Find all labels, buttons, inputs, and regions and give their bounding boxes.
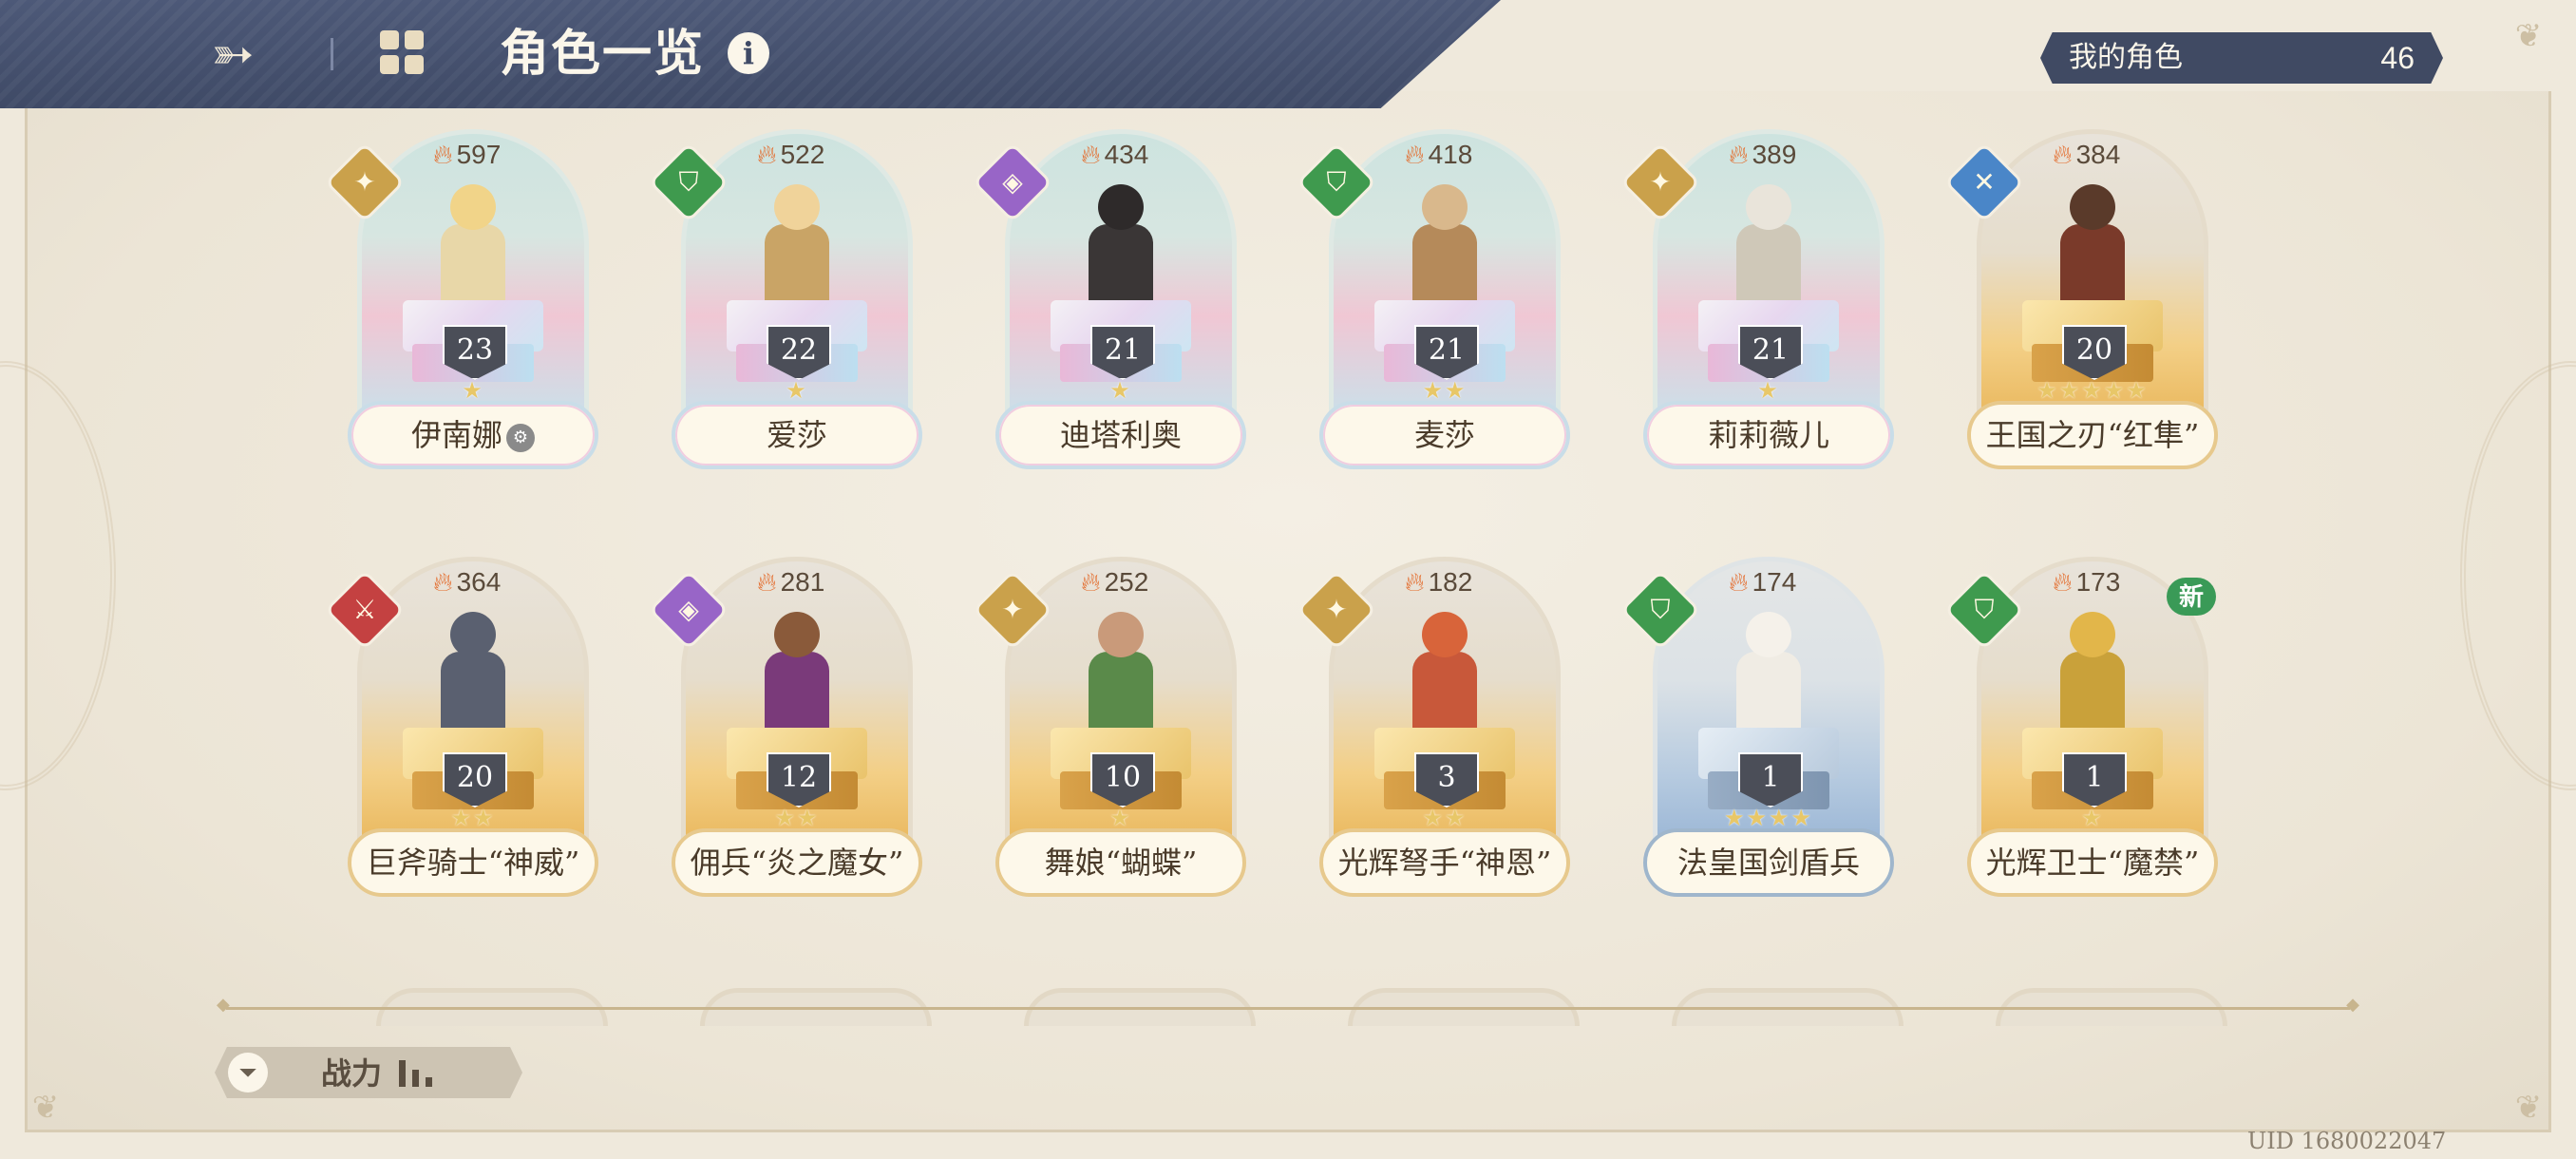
star-rating: ★ [1757,377,1780,404]
character-name-plate: 爱莎 [672,401,922,469]
power-value: 🔥︎ 281 [757,567,825,597]
character-name-plate: 王国之刃“红隼” [1967,401,2218,469]
character-name: 爱莎 [766,417,827,453]
flame-icon: 🔥︎ [1081,567,1101,597]
awakening-icon: ⚙ [506,423,535,452]
power-value: 🔥︎ 384 [2053,140,2121,169]
character-name: 光辉弩手“神恩” [1337,845,1552,881]
character-card[interactable]: ⛉ 🔥︎ 522 22 ★ 爱莎 [648,129,922,490]
character-name-plate: 麦莎 [1319,401,1570,469]
flame-icon: 🔥︎ [757,140,777,169]
character-card[interactable]: ⛉ 🔥︎ 173 1 ★ 光辉卫士“魔禁” 新 [1943,557,2218,918]
grid-icon[interactable] [380,30,429,80]
character-card[interactable]: ◈ 🔥︎ 434 21 ★ 迪塔利奥 [972,129,1246,490]
star-rating: ★★ [1422,377,1468,404]
page-title: 角色一览 [500,25,706,83]
character-name: 法皇国剑盾兵 [1676,845,1860,881]
flame-icon: 🔥︎ [757,567,777,597]
flame-icon: 🔥︎ [1729,140,1749,169]
power-value: 🔥︎ 364 [433,567,502,597]
flame-icon: 🔥︎ [2053,567,2073,597]
flame-icon: 🔥︎ [1081,140,1101,169]
my-characters-label: 我的角色 [2069,42,2183,73]
header-separator [331,38,333,70]
my-characters-count: 46 [2380,41,2415,75]
character-name: 伊南娜 [410,417,502,453]
character-name: 麦莎 [1413,417,1475,453]
character-card[interactable]: ✦ 🔥︎ 597 23 ★ 伊南娜 ⚙ [324,129,598,490]
star-rating: ★★★★ [1723,805,1814,831]
character-card[interactable]: ⛉ 🔥︎ 418 21 ★★ 麦莎 [1296,129,1570,490]
character-name-plate: 舞娘“蝴蝶” [995,828,1246,897]
power-value: 🔥︎ 173 [2053,567,2121,597]
star-rating: ★ [2081,805,2104,831]
character-name-plate: 迪塔利奥 [995,401,1246,469]
character-card[interactable]: ✦ 🔥︎ 252 10 ★ 舞娘“蝴蝶” [972,557,1246,918]
back-arrow-icon[interactable]: ➳ [199,23,266,86]
character-name: 佣兵“炎之魔女” [690,845,904,881]
power-value: 🔥︎ 174 [1729,567,1797,597]
character-name-plate: 莉莉薇儿 [1643,401,1894,469]
power-value: 🔥︎ 252 [1081,567,1149,597]
power-value: 🔥︎ 182 [1405,567,1473,597]
flame-icon: 🔥︎ [1729,567,1749,597]
character-name-plate: 伊南娜 ⚙ [348,401,598,469]
star-rating: ★ [1109,805,1132,831]
character-name-plate: 光辉弩手“神恩” [1319,828,1570,897]
power-value: 🔥︎ 389 [1729,140,1797,169]
character-card[interactable]: ⛉ 🔥︎ 174 1 ★★★★ 法皇国剑盾兵 [1619,557,1894,918]
corner-ornament-bl: ❦ [31,1089,60,1127]
info-icon[interactable]: i [728,32,769,74]
star-rating: ★★ [774,805,820,831]
character-name-plate: 佣兵“炎之魔女” [672,828,922,897]
flame-icon: 🔥︎ [1405,567,1425,597]
star-rating: ★★★★★ [2036,377,2149,404]
star-rating: ★ [786,377,808,404]
character-name-plate: 光辉卫士“魔禁” [1967,828,2218,897]
new-badge: 新 [2167,578,2216,616]
user-id: UID 1680022047 [2247,1128,2447,1154]
character-name: 光辉卫士“魔禁” [1985,845,2200,881]
power-value: 🔥︎ 418 [1405,140,1473,169]
flame-icon: 🔥︎ [1405,140,1425,169]
character-card[interactable]: ✦ 🔥︎ 389 21 ★ 莉莉薇儿 [1619,129,1894,490]
character-name: 舞娘“蝴蝶” [1044,845,1198,881]
power-value: 🔥︎ 434 [1081,140,1149,169]
sort-order-icon[interactable] [399,1060,441,1087]
character-name-plate: 巨斧骑士“神威” [348,828,598,897]
character-name-plate: 法皇国剑盾兵 [1643,828,1894,897]
character-name: 莉莉薇儿 [1707,417,1829,453]
character-name: 迪塔利奥 [1059,417,1182,453]
corner-ornament-br: ❦ [2514,1089,2543,1127]
my-characters-counter: 我的角色 46 [2040,32,2443,84]
corner-ornament-tr: ❦ [2514,17,2543,55]
sort-label: 战力 [321,1055,383,1092]
character-name: 王国之刃“红隼” [1985,417,2200,453]
star-rating: ★ [462,377,484,404]
star-rating: ★★ [450,805,496,831]
power-value: 🔥︎ 597 [433,140,502,169]
star-rating: ★ [1109,377,1132,404]
filter-icon[interactable]: ⏷ [228,1053,268,1092]
flame-icon: 🔥︎ [433,140,453,169]
character-name: 巨斧骑士“神威” [366,845,580,881]
character-card[interactable]: ✕ 🔥︎ 384 20 ★★★★★ 王国之刃“红隼” [1943,129,2218,490]
power-value: 🔥︎ 522 [757,140,825,169]
flame-icon: 🔥︎ [2053,140,2073,169]
star-rating: ★★ [1422,805,1468,831]
character-card[interactable]: ✦ 🔥︎ 182 3 ★★ 光辉弩手“神恩” [1296,557,1570,918]
flame-icon: 🔥︎ [433,567,453,597]
scroll-divider [217,995,2359,1015]
character-card[interactable]: ⚔ 🔥︎ 364 20 ★★ 巨斧骑士“神威” [324,557,598,918]
character-card[interactable]: ◈ 🔥︎ 281 12 ★★ 佣兵“炎之魔女” [648,557,922,918]
